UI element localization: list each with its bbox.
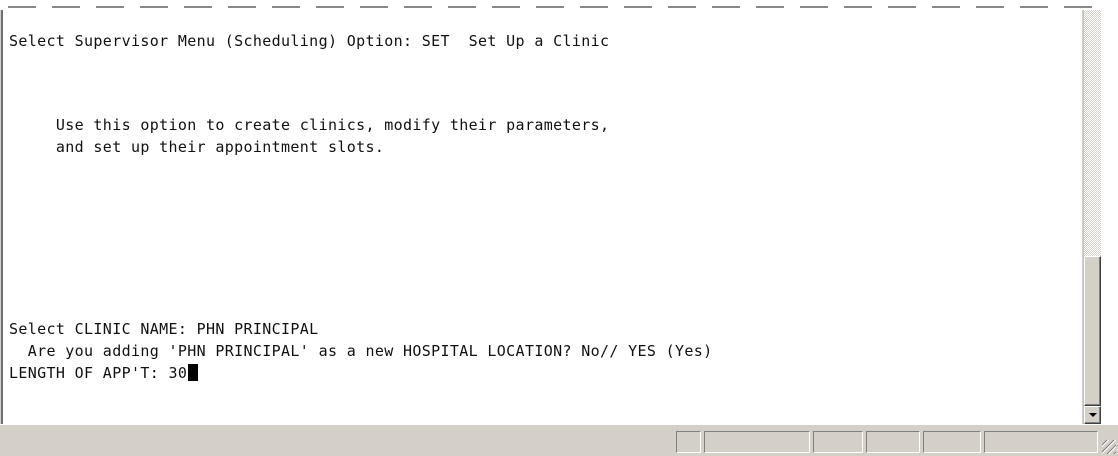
right-margin xyxy=(1101,0,1118,424)
terminal-window: Select Supervisor Menu (Scheduling) Opti… xyxy=(0,0,1118,456)
dashed-line xyxy=(8,6,1118,8)
status-bar xyxy=(0,424,1118,456)
status-panel-5 xyxy=(923,431,981,453)
text-cursor xyxy=(188,364,199,381)
terminal-line-confirm-add: Are you adding 'PHN PRINCIPAL' as a new … xyxy=(9,342,713,360)
terminal-line-description-1: Use this option to create clinics, modif… xyxy=(9,116,610,134)
scrollbar-thumb[interactable] xyxy=(1084,256,1101,406)
top-dashed-separator xyxy=(0,0,1118,10)
status-panel-1 xyxy=(676,431,701,453)
terminal-screen[interactable]: Select Supervisor Menu (Scheduling) Opti… xyxy=(1,10,1082,424)
arrow-down-icon xyxy=(1089,413,1097,417)
terminal-line-menu-option: Select Supervisor Menu (Scheduling) Opti… xyxy=(9,32,610,50)
resize-grip-icon[interactable] xyxy=(1102,440,1116,454)
terminal-line-description-2: and set up their appointment slots. xyxy=(9,138,385,156)
vertical-scrollbar[interactable] xyxy=(1083,10,1101,424)
status-panel-2 xyxy=(704,431,810,453)
status-panel-3 xyxy=(813,431,863,453)
terminal-line-clinic-name: Select CLINIC NAME: PHN PRINCIPAL xyxy=(9,320,319,338)
length-prompt-text: LENGTH OF APP'T: 30 xyxy=(9,364,188,382)
terminal-line-length-prompt[interactable]: LENGTH OF APP'T: 30 xyxy=(9,364,199,382)
status-panel-6 xyxy=(984,431,1098,453)
status-panel-4 xyxy=(866,431,920,453)
scroll-down-button[interactable] xyxy=(1084,406,1101,424)
